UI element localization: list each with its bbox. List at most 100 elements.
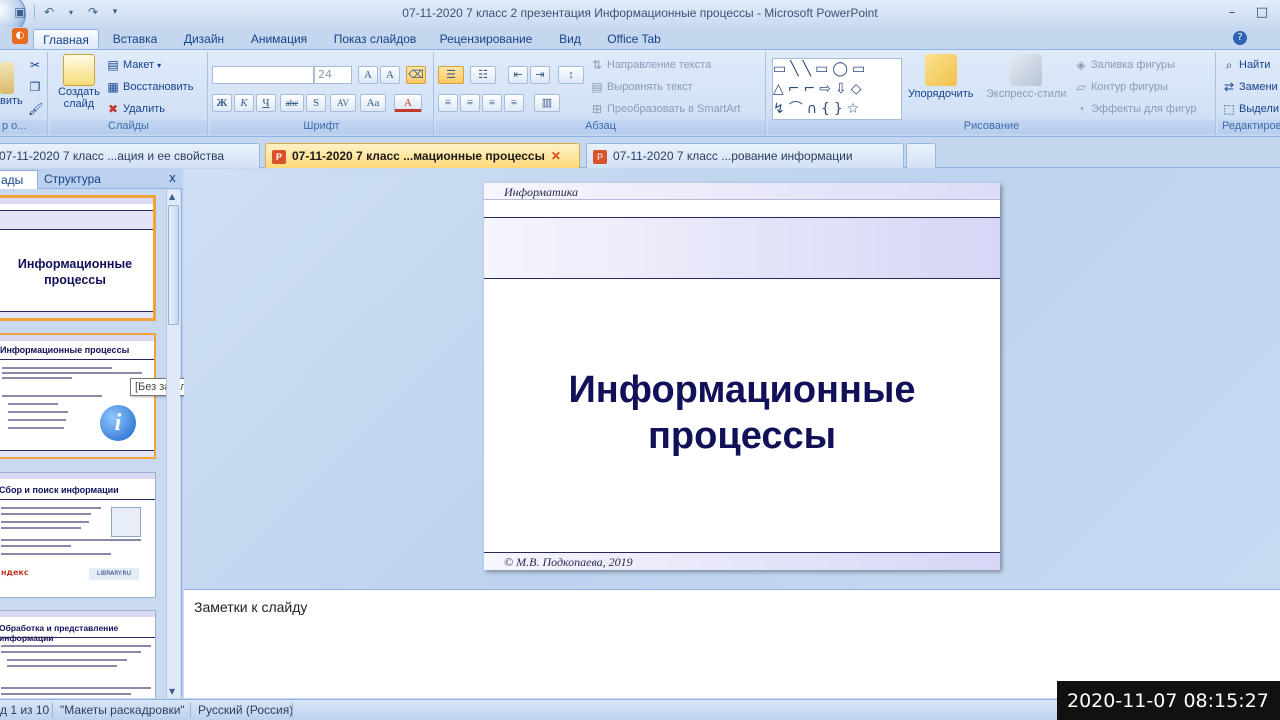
slides-pane: ады Структура x Информационные процессы … (0, 169, 218, 698)
tab-design[interactable]: Дизайн (176, 29, 232, 49)
grow-font-button[interactable]: A (358, 66, 378, 84)
bold-button[interactable]: Ж (212, 94, 232, 112)
tab-home[interactable]: Главная (33, 29, 99, 49)
paste-button[interactable] (0, 62, 14, 94)
paste-label[interactable]: вить (0, 95, 23, 107)
thumb-rule (0, 637, 155, 638)
shrink-font-button[interactable]: A (380, 66, 400, 84)
text-direction-button[interactable]: ⇅ Направление текста (590, 58, 711, 72)
close-pane-icon[interactable]: x (169, 171, 176, 185)
doc-tab-1[interactable]: 07-11-2020 7 класс ...ация и ее свойства (0, 143, 260, 168)
minimize-button[interactable]: – (1221, 2, 1243, 22)
arrange-button[interactable]: Упорядочить (908, 54, 973, 100)
search-engine-logo: ндекс (1, 568, 29, 577)
italic-button[interactable]: К (234, 94, 254, 112)
arrange-icon (924, 54, 957, 86)
thumb-text-line (1, 507, 101, 509)
shape-outline-button[interactable]: ▱ Контур фигуры (1074, 80, 1168, 94)
tab-view[interactable]: Вид (551, 29, 589, 49)
font-size-combo[interactable]: 24 (314, 66, 352, 84)
thumb-4-title: Обработка и представление информации (0, 623, 119, 643)
clear-format-button[interactable]: ⌫ (406, 66, 426, 84)
office-tab-icon[interactable]: ◐ (12, 28, 28, 44)
scrollbar-thumb[interactable] (168, 205, 179, 325)
thumb-band-top (0, 611, 155, 617)
language-indicator[interactable]: Русский (Россия) (198, 703, 293, 717)
status-separator (190, 703, 191, 718)
align-center-button[interactable]: ≡ (460, 94, 480, 112)
tab-outline[interactable]: Структура (40, 170, 105, 189)
tab-insert[interactable]: Вставка (105, 29, 165, 49)
scroll-up-icon[interactable]: ▲ (169, 192, 175, 201)
underline-button[interactable]: Ч (256, 94, 276, 112)
shape-fill-label: Заливка фигуры (1091, 59, 1176, 71)
shapes-gallery[interactable]: ▭╲╲▭◯▭ △⌐⌐⇨⇩◇ ↯⌒∩{}☆ (772, 58, 902, 120)
text-direction-label: Направление текста (607, 59, 712, 71)
shapes-row-2: △⌐⌐⇨⇩◇ (773, 81, 866, 97)
decrease-indent-button[interactable]: ⇤ (508, 66, 528, 84)
thumbnails-scrollbar[interactable]: ▲ ▼ (166, 190, 180, 698)
thumb-3-title: Сбор и поиск информации (0, 485, 119, 495)
delete-label: Удалить (123, 103, 165, 115)
increase-indent-button[interactable]: ⇥ (530, 66, 550, 84)
find-button[interactable]: ⌕ Найти (1222, 58, 1271, 72)
thumb-text-line (2, 367, 112, 369)
tab-office-tab[interactable]: Office Tab (600, 29, 668, 49)
copy-icon[interactable]: ❐ (28, 80, 42, 94)
slide-thumbnail-2[interactable]: Информационные процессы i (0, 333, 156, 459)
slide-footer-band: © М.В. Подкопаева, 2019 (484, 552, 1000, 570)
shapes-row-1: ▭╲╲▭◯▭ (773, 61, 870, 77)
line-spacing-button[interactable]: ↕ (558, 66, 584, 84)
bullets-button[interactable]: ☰ (438, 66, 464, 84)
shadow-button[interactable]: S (306, 94, 326, 112)
new-tab-button[interactable] (906, 143, 936, 168)
library-logo: LIBRARY.RU (89, 568, 139, 580)
shape-effects-button[interactable]: ◔ Эффекты для фигур (1074, 102, 1196, 116)
thumb-text-line (2, 372, 142, 374)
tab-animation[interactable]: Анимация (243, 29, 315, 49)
align-right-button[interactable]: ≡ (482, 94, 502, 112)
slide-title[interactable]: Информационные процессы (484, 367, 1000, 459)
strikethrough-button[interactable]: abc (280, 94, 304, 112)
group-label-editing: Редактиров (1218, 120, 1280, 134)
help-icon[interactable]: ? (1233, 31, 1247, 45)
replace-button[interactable]: ⇄ Замени (1222, 80, 1278, 94)
slide-thumbnail-4[interactable]: Обработка и представление информации (0, 610, 156, 698)
new-slide-button[interactable]: Создать слайд (58, 54, 100, 110)
doc-tab-3[interactable]: P 07-11-2020 7 класс ...рование информаци… (586, 143, 904, 168)
select-button[interactable]: ⬚ Выдели (1222, 102, 1279, 116)
reset-button[interactable]: ▦ Восстановить (106, 80, 193, 94)
justify-button[interactable]: ≡ (504, 94, 524, 112)
close-tab-icon[interactable]: ✕ (551, 149, 561, 163)
font-family-combo[interactable] (212, 66, 314, 84)
quick-styles-button[interactable]: Экспресс-стили (986, 54, 1066, 100)
scroll-down-icon[interactable]: ▼ (169, 687, 175, 696)
numbering-button[interactable]: ☷ (470, 66, 496, 84)
smartart-button[interactable]: ⊞ Преобразовать в SmartArt (590, 102, 740, 116)
maximize-button[interactable]: □ (1251, 2, 1273, 22)
delete-slide-button[interactable]: ✖ Удалить (106, 102, 165, 116)
change-case-button[interactable]: Aa (360, 94, 386, 112)
group-label-clipboard: р о... (0, 120, 47, 134)
layout-button[interactable]: ▤ Макет ▾ (106, 58, 161, 72)
arrange-label: Упорядочить (908, 88, 974, 100)
char-spacing-button[interactable]: AV (330, 94, 356, 112)
doc-tab-2[interactable]: P 07-11-2020 7 класс ...мационные процесс… (265, 143, 580, 168)
align-left-button[interactable]: ≡ (438, 94, 458, 112)
tab-slideshow[interactable]: Показ слайдов (327, 29, 423, 49)
ppt-file-icon: P (272, 149, 286, 164)
shape-outline-icon: ▱ (1076, 80, 1086, 94)
slide-thumbnail-1[interactable]: Информационные процессы (0, 195, 156, 321)
slide-thumbnail-3[interactable]: Сбор и поиск информации ндекс LIBRARY.RU (0, 472, 156, 598)
tab-slides[interactable]: ады (0, 170, 38, 189)
font-color-button[interactable]: A (394, 94, 422, 112)
current-slide[interactable]: Информатика Информационные процессы © М.… (484, 183, 1000, 570)
tab-review[interactable]: Рецензирование (433, 29, 539, 49)
shape-fill-button[interactable]: ◈ Заливка фигуры (1074, 58, 1175, 72)
theme-name[interactable]: "Макеты раскадровки" (60, 703, 185, 717)
format-painter-icon[interactable]: 🖌 (28, 102, 43, 116)
align-text-button[interactable]: ▤ Выровнять текст (590, 80, 692, 94)
cut-icon[interactable]: ✂ (28, 58, 42, 72)
columns-button[interactable]: ▥ (534, 94, 560, 112)
notes-placeholder[interactable]: Заметки к слайду (194, 599, 307, 615)
